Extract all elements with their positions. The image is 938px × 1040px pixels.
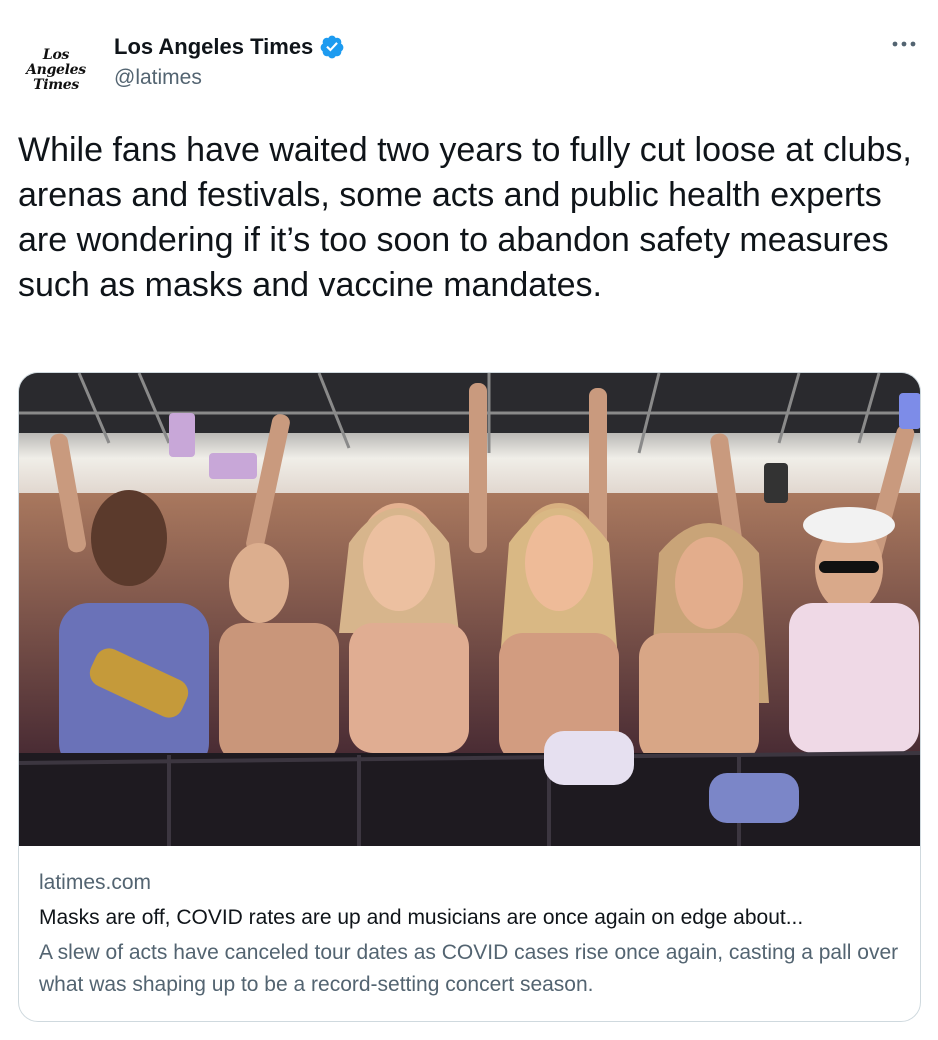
tweet-text: While fans have waited two years to full…	[18, 131, 912, 304]
more-horizontal-icon	[892, 41, 916, 47]
more-options-button[interactable]	[888, 32, 920, 56]
avatar-logo-line-2: Angeles	[26, 61, 86, 78]
card-description: A slew of acts have canceled tour dates …	[39, 941, 899, 996]
card-domain: latimes.com	[39, 871, 152, 894]
display-name[interactable]: Los Angeles Times	[114, 34, 313, 60]
avatar-logo-line-3: Times	[33, 76, 79, 93]
card-image[interactable]	[19, 373, 921, 846]
avatar[interactable]: Los Angeles Times	[18, 32, 94, 108]
tweet-header: Los Angeles Times Los Angeles Times @lat…	[18, 26, 920, 108]
avatar-logo-line-1: Los	[42, 46, 70, 63]
card-meta: latimes.com Masks are off, COVID rates a…	[39, 869, 899, 1001]
link-card[interactable]: latimes.com Masks are off, COVID rates a…	[18, 372, 921, 1022]
card-title[interactable]: Masks are off, COVID rates are up and mu…	[39, 903, 899, 933]
handle[interactable]: @latimes	[114, 66, 345, 90]
author-names: Los Angeles Times @latimes	[114, 32, 345, 90]
verified-badge-icon	[320, 35, 344, 59]
